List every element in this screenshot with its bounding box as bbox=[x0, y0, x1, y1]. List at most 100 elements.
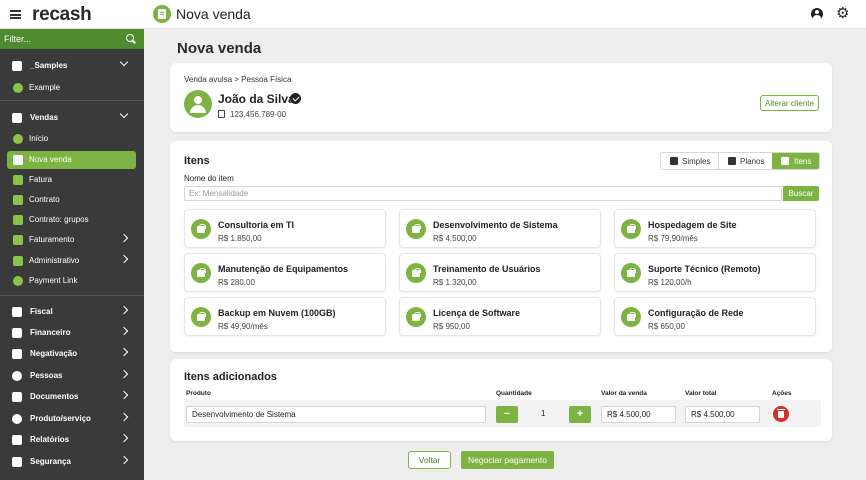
sidebar-item-label: Financeiro bbox=[30, 328, 71, 337]
sidebar-item-example[interactable]: Example bbox=[0, 78, 144, 98]
product-card[interactable]: Consultoria em TI R$ 1.850,00 bbox=[184, 209, 386, 248]
product-card[interactable]: Hospedagem de Site R$ 79,90/mês bbox=[614, 209, 816, 248]
chevron-right-icon bbox=[119, 433, 129, 443]
shopping-bag-icon bbox=[406, 263, 426, 283]
back-button[interactable]: Voltar bbox=[408, 451, 451, 469]
increase-quantity-button[interactable]: + bbox=[569, 406, 591, 423]
quantity-value[interactable]: 1 bbox=[541, 409, 545, 418]
sidebar-item-label: _Samples bbox=[30, 61, 68, 70]
product-card[interactable]: Desenvolvimento de Sistema R$ 4.500,00 bbox=[399, 209, 601, 248]
sidebar-divider bbox=[0, 100, 144, 101]
chevron-right-icon bbox=[119, 326, 129, 336]
sidebar-item-samples[interactable]: _Samples bbox=[0, 56, 144, 76]
item-name-label: Nome do item bbox=[184, 174, 234, 183]
lock-icon bbox=[12, 457, 22, 467]
added-items-title: Itens adicionados bbox=[184, 371, 277, 383]
toggle-itens[interactable]: Itens bbox=[772, 153, 819, 169]
product-card[interactable]: Manutenção de Equipamentos R$ 280,00 bbox=[184, 253, 386, 292]
product-card[interactable]: Treinamento de Usuários R$ 1.320,00 bbox=[399, 253, 601, 292]
product-card[interactable]: Licença de Software R$ 950,00 bbox=[399, 297, 601, 336]
sidebar-item-relatorios[interactable]: Relatórios bbox=[0, 430, 144, 450]
chevron-right-icon bbox=[119, 347, 129, 357]
contract-groups-icon bbox=[13, 215, 23, 225]
client-document: 123.456.789-00 bbox=[230, 110, 287, 119]
sidebar-item-vendas[interactable]: Vendas bbox=[0, 108, 144, 128]
trash-icon bbox=[777, 409, 785, 418]
added-items-card: Itens adicionados Produto Quantidade Val… bbox=[170, 359, 832, 441]
product-name: Configuração de Rede bbox=[648, 308, 744, 318]
product-price: R$ 650,00 bbox=[648, 322, 685, 331]
chevron-right-icon bbox=[119, 254, 129, 264]
user-account-icon[interactable] bbox=[811, 8, 823, 20]
toggle-planos[interactable]: Planos bbox=[718, 153, 772, 169]
id-card-icon bbox=[218, 110, 225, 118]
page-document-icon bbox=[153, 5, 171, 23]
sidebar-item-financeiro[interactable]: Financeiro bbox=[0, 323, 144, 343]
sidebar-item-faturamento[interactable]: Faturamento bbox=[0, 230, 144, 250]
sidebar-item-produto-servico[interactable]: Produto/serviço bbox=[0, 409, 144, 429]
sidebar-item-contrato[interactable]: Contrato bbox=[0, 190, 144, 210]
change-client-button[interactable]: Alterar cliente bbox=[760, 95, 819, 111]
chevron-down-icon bbox=[119, 109, 129, 119]
sidebar-item-label: Segurança bbox=[30, 457, 71, 466]
gear-icon[interactable]: ⚙ bbox=[836, 6, 849, 22]
sidebar-item-fiscal[interactable]: Fiscal bbox=[0, 302, 144, 322]
fiscal-icon bbox=[12, 307, 22, 317]
sidebar-item-label: Nova venda bbox=[29, 155, 72, 164]
negotiate-payment-button[interactable]: Negociar pagamento bbox=[461, 451, 554, 469]
sidebar-divider bbox=[0, 295, 144, 296]
product-card[interactable]: Configuração de Rede R$ 650,00 bbox=[614, 297, 816, 336]
search-icon[interactable] bbox=[126, 34, 134, 42]
product-name: Desenvolvimento de Sistema bbox=[433, 220, 558, 230]
sidebar-item-nova-venda[interactable]: Nova venda bbox=[0, 150, 144, 170]
sale-value-field[interactable] bbox=[601, 406, 676, 423]
sidebar-item-documentos[interactable]: Documentos bbox=[0, 387, 144, 407]
sidebar-item-inicio[interactable]: Início bbox=[0, 129, 144, 149]
sidebar-item-fatura[interactable]: Fatura bbox=[0, 170, 144, 190]
sidebar-item-administrativo[interactable]: Administrativo bbox=[0, 251, 144, 271]
sidebar-item-label: Payment Link bbox=[29, 276, 78, 285]
sidebar-item-label: Pessoas bbox=[30, 371, 63, 380]
chevron-right-icon bbox=[119, 455, 129, 465]
product-price: R$ 49,90/mês bbox=[218, 322, 268, 331]
app-logo[interactable]: recash bbox=[32, 4, 92, 26]
sidebar-item-label: Negativação bbox=[30, 349, 78, 358]
column-header-produto: Produto bbox=[186, 390, 211, 397]
cart-icon bbox=[13, 155, 23, 165]
sidebar-item-label: Início bbox=[29, 134, 49, 143]
product-card[interactable]: Backup em Nuvem (100GB) R$ 49,90/mês bbox=[184, 297, 386, 336]
product-price: R$ 280,00 bbox=[218, 278, 255, 287]
toggle-label: Simples bbox=[682, 157, 711, 166]
layers-icon bbox=[728, 157, 736, 165]
row-product-field[interactable] bbox=[186, 406, 486, 423]
chevron-right-icon bbox=[119, 390, 129, 400]
toggle-simples[interactable]: Simples bbox=[661, 153, 718, 169]
sidebar-item-seguranca[interactable]: Segurança bbox=[0, 452, 144, 472]
home-icon bbox=[13, 134, 23, 144]
sidebar-item-negativacao[interactable]: Negativação bbox=[0, 344, 144, 364]
product-price: R$ 1.850,00 bbox=[218, 234, 262, 243]
asterisk-icon bbox=[13, 83, 23, 93]
sidebar-filter-input[interactable] bbox=[4, 31, 122, 47]
sidebar-item-label: Relatórios bbox=[30, 435, 70, 444]
item-name-input[interactable] bbox=[184, 186, 782, 201]
product-card[interactable]: Suporte Técnico (Remoto) R$ 120,00/h bbox=[614, 253, 816, 292]
total-value-field[interactable] bbox=[685, 406, 760, 423]
client-card: Venda avulsa > Pessoa Física João da Sil… bbox=[170, 63, 832, 132]
sidebar-item-payment-link[interactable]: Payment Link bbox=[0, 271, 144, 291]
finance-icon bbox=[12, 328, 22, 338]
shopping-bag-icon bbox=[406, 307, 426, 327]
product-icon bbox=[12, 414, 22, 424]
shopping-bag-icon bbox=[621, 263, 641, 283]
sidebar-item-pessoas[interactable]: Pessoas bbox=[0, 366, 144, 386]
column-header-valor-venda: Valor da venda bbox=[601, 390, 647, 397]
shopping-bag-icon bbox=[191, 219, 211, 239]
sidebar-item-contrato-grupos[interactable]: Contrato: grupos bbox=[0, 210, 144, 230]
search-button[interactable]: Buscar bbox=[783, 186, 819, 201]
shopping-bag-icon bbox=[191, 263, 211, 283]
reports-icon bbox=[12, 435, 22, 445]
delete-item-button[interactable] bbox=[773, 406, 789, 422]
hamburger-menu-icon[interactable] bbox=[10, 10, 21, 19]
column-header-acoes: Ações bbox=[772, 390, 792, 397]
decrease-quantity-button[interactable]: − bbox=[496, 406, 518, 423]
